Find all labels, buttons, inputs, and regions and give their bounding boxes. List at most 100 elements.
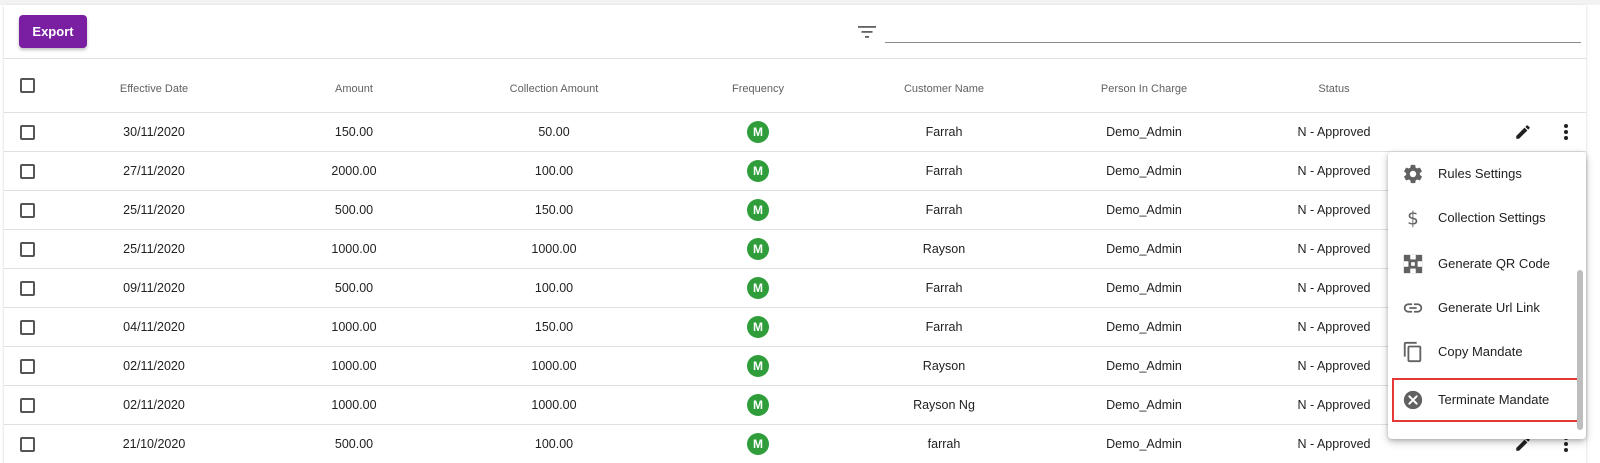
cell-collection-amount: 100.00 — [534, 437, 574, 451]
cell-effective-date: 02/11/2020 — [123, 359, 185, 373]
cell-status: N - Approved — [1297, 320, 1371, 334]
frequency-badge: M — [747, 433, 769, 455]
menu-label: Generate Url Link — [1438, 300, 1540, 315]
cell-customer-name: Farrah — [925, 320, 963, 334]
cell-amount: 500.00 — [334, 281, 374, 295]
menu-item-terminate-mandate[interactable]: Terminate Mandate — [1392, 378, 1580, 422]
menu-label: Terminate Mandate — [1438, 392, 1550, 407]
cell-collection-amount: 100.00 — [534, 164, 574, 178]
menu-item-generate-url-link[interactable]: Generate Url Link — [1388, 286, 1572, 330]
cell-customer-name: Rayson — [922, 359, 966, 373]
menu-label: Copy Mandate — [1438, 344, 1523, 359]
row-checkbox[interactable] — [20, 164, 35, 179]
cell-person-in-charge: Demo_Admin — [1106, 320, 1182, 334]
frequency-badge: M — [747, 394, 769, 416]
row-checkbox[interactable] — [20, 281, 35, 296]
cell-amount: 500.00 — [334, 437, 374, 451]
table-row[interactable]: 27/11/2020 2000.00 100.00 Farrah Demo_Admin N… — [4, 152, 1586, 191]
more-vertical-icon[interactable] — [1563, 123, 1569, 141]
table-row[interactable]: 25/11/2020 500.00 150.00 Farrah Demo_Admin N … — [4, 191, 1586, 230]
frequency-badge: M — [747, 355, 769, 377]
header-status[interactable]: Status — [1284, 83, 1384, 95]
cell-customer-name: Rayson Ng — [913, 398, 975, 412]
row-checkbox[interactable] — [20, 398, 35, 413]
cell-person-in-charge: Demo_Admin — [1106, 164, 1182, 178]
cell-status: N - Approved — [1297, 242, 1371, 256]
table-row[interactable]: 25/11/2020 1000.00 1000.00 Rayson Demo_Admin… — [4, 230, 1586, 269]
menu-item-collection-settings[interactable]: $ Collection Settings — [1388, 196, 1572, 240]
copy-icon — [1403, 341, 1422, 363]
link-icon — [1403, 303, 1423, 313]
cell-customer-name: Rayson — [922, 242, 966, 256]
select-all-checkbox[interactable] — [20, 78, 35, 93]
cell-collection-amount: 1000.00 — [531, 242, 577, 256]
cell-customer-name: Farrah — [925, 203, 963, 217]
cell-effective-date: 02/11/2020 — [123, 398, 185, 412]
cell-collection-amount: 100.00 — [534, 281, 574, 295]
cell-collection-amount: 50.00 — [538, 125, 570, 139]
cell-amount: 1000.00 — [331, 398, 377, 412]
qr-code-icon — [1403, 254, 1423, 274]
header-customer-name[interactable]: Customer Name — [884, 83, 1004, 95]
cell-effective-date: 09/11/2020 — [123, 281, 185, 295]
header-person-in-charge[interactable]: Person In Charge — [1074, 83, 1214, 95]
toolbar: Export — [4, 5, 1586, 59]
menu-item-generate-qr-code[interactable]: Generate QR Code — [1388, 242, 1572, 286]
cell-customer-name: farrah — [927, 437, 961, 451]
cell-effective-date: 30/11/2020 — [123, 125, 185, 139]
export-button[interactable]: Export — [19, 15, 87, 48]
cell-status: N - Approved — [1297, 398, 1371, 412]
edit-icon[interactable] — [1514, 123, 1532, 141]
table-row[interactable]: 21/10/2020 500.00 100.00 farrah Demo_Admin N … — [4, 425, 1586, 463]
menu-scrollbar-thumb[interactable] — [1577, 270, 1583, 430]
table-row[interactable]: 09/11/2020 500.00 100.00 Farrah Demo_Admin N … — [4, 269, 1586, 308]
cell-person-in-charge: Demo_Admin — [1106, 281, 1182, 295]
cell-person-in-charge: Demo_Admin — [1106, 203, 1182, 217]
menu-item-rules-settings[interactable]: Rules Settings — [1388, 152, 1572, 196]
dollar-icon: $ — [1407, 208, 1419, 229]
menu-label: Generate QR Code — [1438, 256, 1551, 271]
table-row[interactable]: 04/11/2020 1000.00 150.00 Farrah Demo_Admin N… — [4, 308, 1586, 347]
table-row[interactable]: 02/11/2020 1000.00 1000.00 Rayson Ng Demo_Ad… — [4, 386, 1586, 425]
cell-status: N - Approved — [1297, 203, 1371, 217]
cell-amount: 1000.00 — [331, 242, 377, 256]
row-checkbox[interactable] — [20, 437, 35, 452]
header-effective-date[interactable]: Effective Date — [104, 83, 204, 95]
cell-status: N - Approved — [1297, 359, 1371, 373]
menu-label: Rules Settings — [1438, 166, 1522, 181]
gear-icon — [1404, 164, 1422, 184]
cell-effective-date: 04/11/2020 — [123, 320, 185, 334]
frequency-badge: M — [747, 121, 769, 143]
cell-collection-amount: 1000.00 — [531, 398, 577, 412]
row-checkbox[interactable] — [20, 359, 35, 374]
cell-effective-date: 25/11/2020 — [123, 203, 185, 217]
table-row[interactable]: 02/11/2020 1000.00 1000.00 Rayson Demo_Admin… — [4, 347, 1586, 386]
cell-collection-amount: 1000.00 — [531, 359, 577, 373]
cell-effective-date: 25/11/2020 — [123, 242, 185, 256]
table-row[interactable]: 30/11/2020 150.00 50.00 Farrah Demo_Admin N -… — [4, 113, 1586, 152]
cell-amount: 1000.00 — [331, 359, 377, 373]
row-checkbox[interactable] — [20, 203, 35, 218]
mandate-list-page: Export Effective Date Amount Collection … — [0, 0, 1600, 463]
cell-amount: 150.00 — [334, 125, 374, 139]
menu-item-copy-mandate[interactable]: Copy Mandate — [1388, 330, 1572, 374]
header-frequency[interactable]: Frequency — [698, 83, 818, 95]
row-checkbox[interactable] — [20, 320, 35, 335]
filter-icon[interactable] — [858, 25, 876, 39]
cell-person-in-charge: Demo_Admin — [1106, 242, 1182, 256]
cell-person-in-charge: Demo_Admin — [1106, 398, 1182, 412]
header-collection-amount[interactable]: Collection Amount — [484, 83, 624, 95]
search-input[interactable] — [885, 21, 1581, 43]
cell-amount: 500.00 — [334, 203, 374, 217]
cell-collection-amount: 150.00 — [534, 203, 574, 217]
row-checkbox[interactable] — [20, 125, 35, 140]
table-header: Effective Date Amount Collection Amount … — [4, 59, 1586, 113]
frequency-badge: M — [747, 316, 769, 338]
table-card: Export Effective Date Amount Collection … — [4, 5, 1586, 463]
row-checkbox[interactable] — [20, 242, 35, 257]
cell-customer-name: Farrah — [925, 164, 963, 178]
header-amount[interactable]: Amount — [304, 83, 404, 95]
cell-amount: 1000.00 — [331, 320, 377, 334]
cell-status: N - Approved — [1297, 125, 1371, 139]
cell-status: N - Approved — [1297, 164, 1371, 178]
